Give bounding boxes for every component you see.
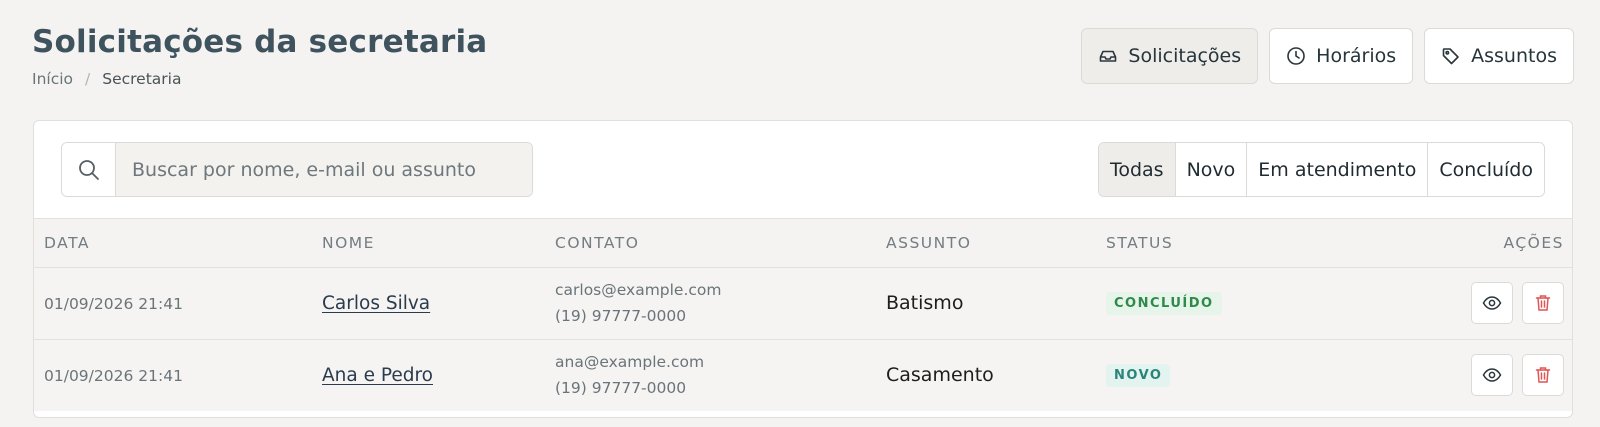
page-header: Solicitações da secretaria Início / Secr… [32,24,487,88]
delete-button[interactable] [1522,282,1564,324]
row-contact: carlos@example.com (19) 97777-0000 [545,267,876,340]
inbox-icon [1100,50,1117,62]
row-email: ana@example.com [555,353,705,372]
delete-button[interactable] [1522,354,1564,397]
trash-icon [1535,295,1551,311]
view-button[interactable] [1470,354,1513,397]
row-subject: Batismo [886,292,964,314]
status-filter-group: Todas Novo Em atendimento Concluído [1097,142,1545,197]
search-icon [62,143,116,196]
status-badge: NOVO [1106,363,1171,387]
breadcrumb-current: Secretaria [102,70,182,88]
requests-table: DATA NOME CONTATO ASSUNTO STATUS AÇÕES 0… [34,219,1572,411]
filter-todas[interactable]: Todas [1098,143,1176,196]
row-actions [1346,267,1572,340]
trash-icon [1535,367,1551,383]
solicitacoes-button[interactable]: Solicitações [1081,28,1259,84]
search-box [61,142,533,197]
column-header-contact: CONTATO [545,219,876,268]
assuntos-button-label: Assuntos [1471,45,1557,67]
header-actions: Solicitações Horários Assuntos [1081,28,1574,84]
search-input[interactable] [116,143,532,196]
requests-card: Todas Novo Em atendimento Concluído DATA… [33,120,1573,418]
filter-concluido[interactable]: Concluído [1428,143,1544,196]
row-subject: Casamento [886,364,994,387]
table-row: 01/09/2026 21:41 Ana e Pedro ana@example… [34,339,1572,411]
breadcrumb-home-link[interactable]: Início [32,70,73,88]
row-email: carlos@example.com [555,281,722,299]
breadcrumb: Início / Secretaria [32,70,487,88]
horarios-button[interactable]: Horários [1269,28,1414,84]
view-button[interactable] [1470,282,1513,324]
clock-icon [1287,47,1305,65]
row-actions [1346,339,1572,411]
horarios-button-label: Horários [1316,45,1397,67]
tag-icon [1442,48,1459,65]
column-header-actions: AÇÕES [1346,219,1572,268]
row-phone: (19) 97777-0000 [555,307,687,325]
filter-em-atendimento[interactable]: Em atendimento [1247,143,1429,196]
eye-icon [1482,368,1502,383]
column-header-date: DATA [34,219,312,268]
row-name-link[interactable]: Carlos Silva [322,293,430,314]
breadcrumb-separator: / [85,70,91,88]
column-header-status: STATUS [1096,219,1346,268]
row-contact: ana@example.com (19) 97777-0000 [545,339,876,411]
status-badge: CONCLUÍDO [1106,291,1222,315]
row-phone: (19) 97777-0000 [555,379,687,398]
solicitacoes-button-label: Solicitações [1128,45,1242,67]
assuntos-button[interactable]: Assuntos [1424,28,1574,84]
row-date: 01/09/2026 21:41 [44,294,183,313]
row-date: 01/09/2026 21:41 [44,366,183,385]
column-header-subject: ASSUNTO [876,219,1096,268]
filter-novo[interactable]: Novo [1175,143,1248,196]
column-header-name: NOME [312,219,545,268]
page-title: Solicitações da secretaria [32,24,488,60]
table-header-row: DATA NOME CONTATO ASSUNTO STATUS AÇÕES [34,219,1572,268]
row-name-link[interactable]: Ana e Pedro [322,365,433,386]
toolbar: Todas Novo Em atendimento Concluído [34,121,1572,219]
eye-icon [1482,296,1502,310]
table-row: 01/09/2026 21:41 Carlos Silva carlos@exa… [34,267,1572,340]
